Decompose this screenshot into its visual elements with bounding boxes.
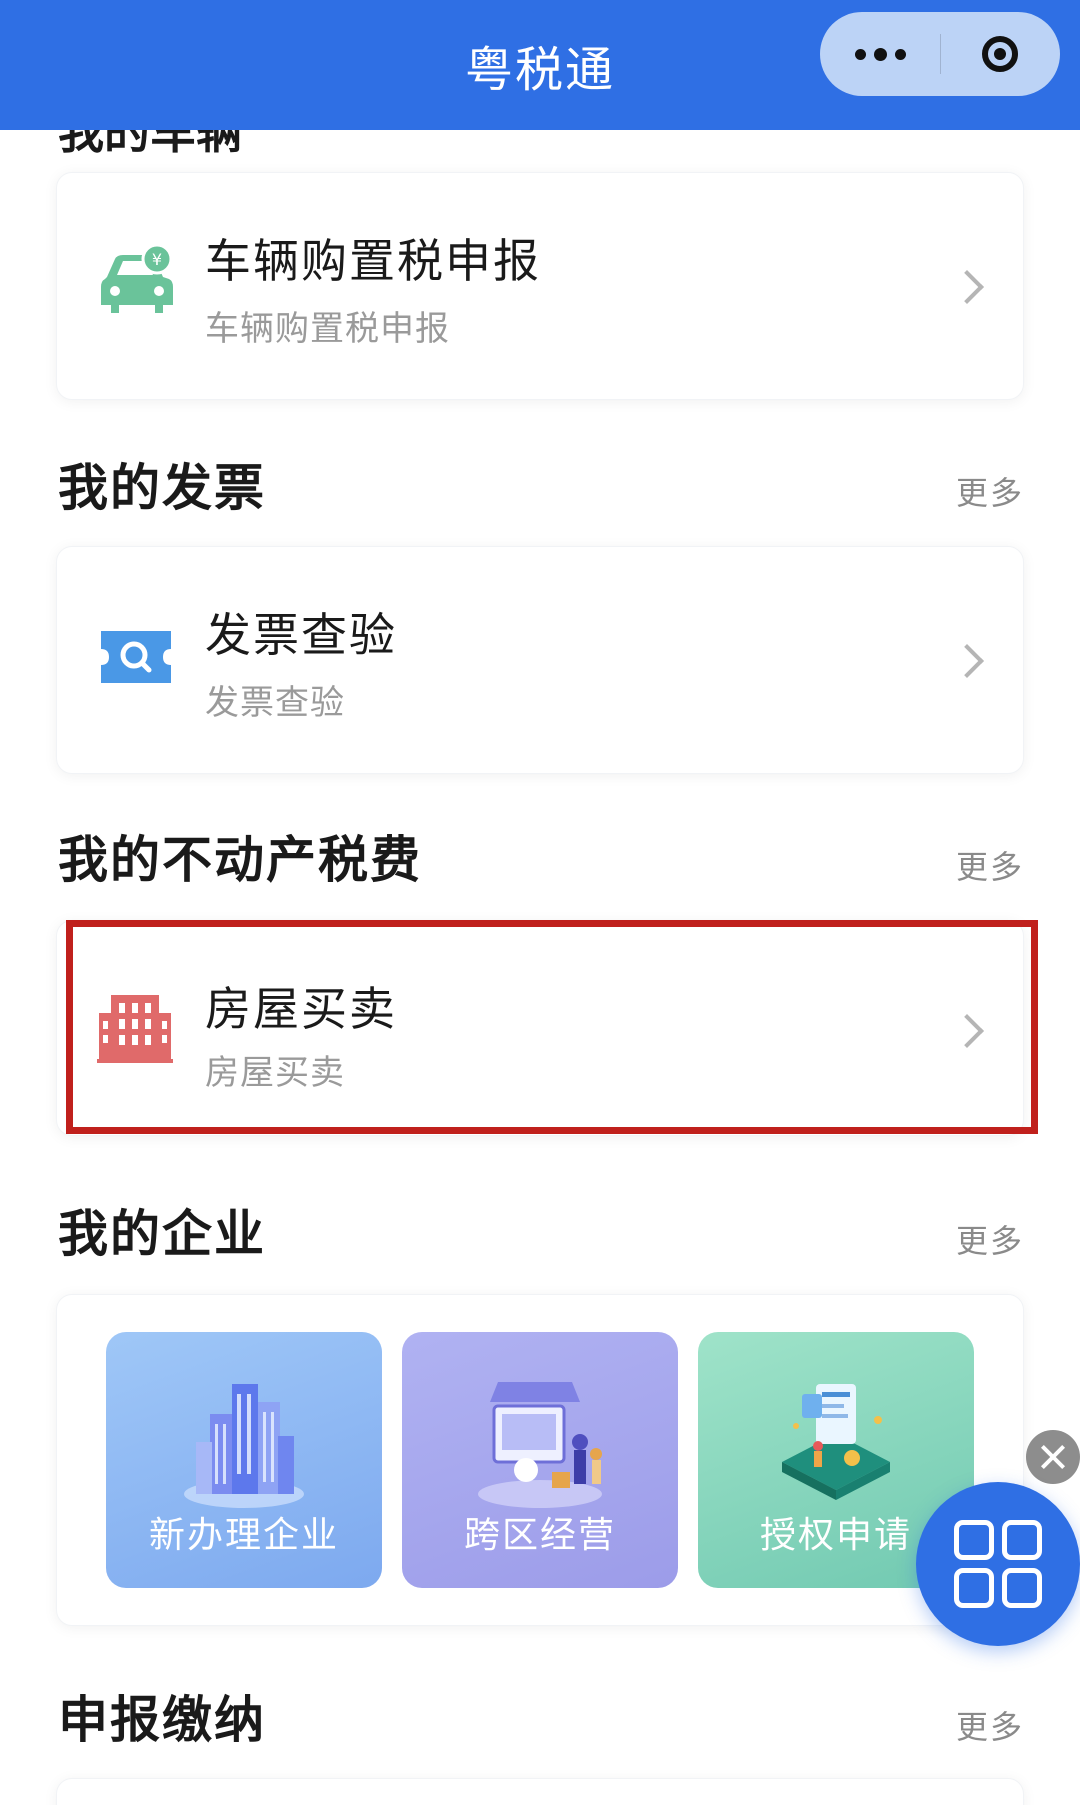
tile-label-new-enterprise: 新办理企业 [148, 1515, 339, 1556]
svg-text:¥: ¥ [152, 250, 162, 269]
close-circle-icon[interactable] [940, 12, 1060, 96]
house-card-subtitle: 房屋买卖 [205, 1053, 345, 1093]
house-card-title: 房屋买卖 [205, 982, 397, 1036]
declaration-card [56, 1778, 1024, 1805]
chevron-right-icon [950, 1014, 984, 1048]
vehicle-card-title: 车辆购置税申报 [205, 234, 541, 288]
tile-label-cross-region: 跨区经营 [463, 1515, 616, 1556]
tile-new-enterprise[interactable]: 新办理企业 [106, 1332, 382, 1588]
section-title-invoice: 我的发票 [58, 459, 266, 517]
top-bar: 粤税通 [0, 0, 1080, 130]
grid-menu-icon[interactable] [916, 1482, 1080, 1646]
invoice-card-subtitle: 发票查验 [205, 683, 345, 723]
chevron-right-icon [950, 644, 984, 678]
enterprise-more-link[interactable]: 更多 [956, 1216, 1024, 1262]
property-more-link[interactable]: 更多 [956, 842, 1024, 888]
section-title-enterprise: 我的企业 [58, 1205, 266, 1263]
section-title-property: 我的不动产税费 [58, 831, 422, 889]
app-screen: 粤税通 我的车辆 ¥ 车辆购置税申报 车辆购置税申报 我的发票 更多 发票查验 … [0, 0, 1080, 1805]
more-dots-icon[interactable] [820, 12, 940, 96]
city-buildings-icon [106, 1362, 382, 1512]
invoice-card-title: 发票查验 [205, 608, 397, 662]
house-sale-card[interactable]: 房屋买卖 房屋买卖 [56, 920, 1024, 1136]
invoice-more-link[interactable]: 更多 [956, 468, 1024, 514]
invoice-check-card[interactable]: 发票查验 发票查验 [56, 546, 1024, 774]
car-tax-icon: ¥ [97, 243, 177, 325]
vehicle-card-subtitle: 车辆购置税申报 [205, 309, 450, 349]
chevron-right-icon [950, 270, 984, 304]
declaration-more-link[interactable]: 更多 [956, 1702, 1024, 1748]
authorization-document-icon [698, 1362, 974, 1512]
tile-cross-region[interactable]: 跨区经营 [402, 1332, 678, 1588]
building-icon [97, 991, 173, 1069]
section-title-declaration: 申报缴纳 [58, 1691, 266, 1749]
invoice-search-icon [97, 627, 175, 691]
business-store-icon [402, 1362, 678, 1512]
close-icon[interactable] [1026, 1430, 1080, 1484]
mini-program-capsule [820, 12, 1060, 96]
vehicle-tax-card[interactable]: ¥ 车辆购置税申报 车辆购置税申报 [56, 172, 1024, 400]
